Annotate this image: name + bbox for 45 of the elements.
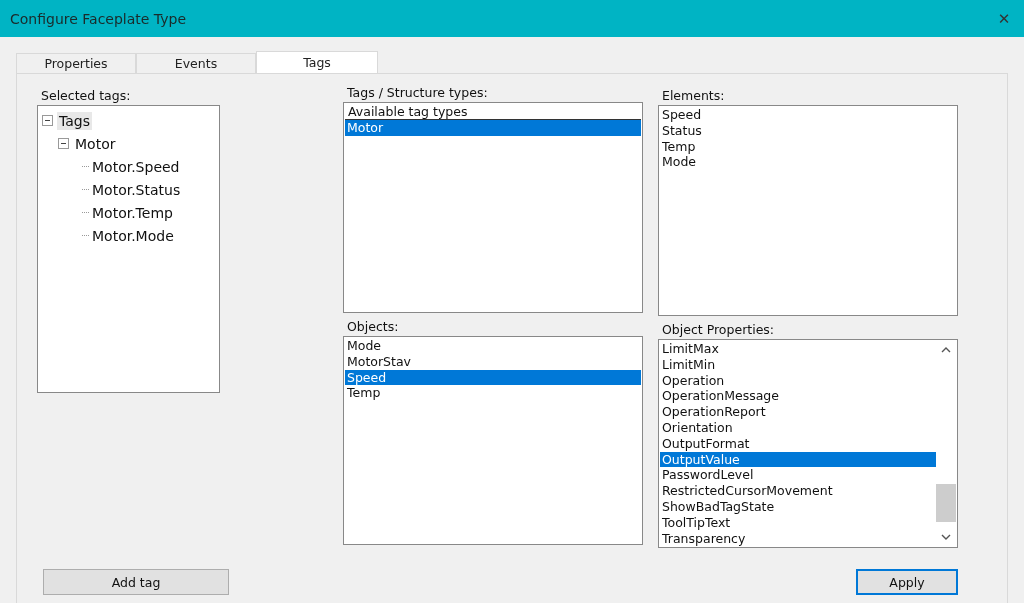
scroll-thumb[interactable] [936,484,956,522]
object-properties-label: Object Properties: [662,322,775,337]
list-item[interactable]: Mode [345,338,641,354]
objects-label: Objects: [347,319,399,334]
scroll-down-icon[interactable] [941,534,951,541]
close-button[interactable]: ✕ [984,0,1024,37]
tab[interactable]: Tags [256,51,378,73]
window-title: Configure Faceplate Type [10,10,187,27]
list-item[interactable]: Status [660,122,956,139]
list-item[interactable]: PasswordLevel [660,467,936,484]
list-item[interactable]: ToolTipText [660,514,936,531]
list-item[interactable]: Orientation [660,420,936,436]
list-item[interactable]: LimitMin [660,356,936,373]
tree-item[interactable]: Motor.Status [90,180,183,199]
list-item[interactable]: Mode [660,154,956,171]
tab[interactable]: Events [136,53,256,73]
list-item[interactable]: LimitMax [660,341,936,357]
tree-item[interactable]: Motor.Mode [90,226,176,245]
list-item[interactable]: MotorStav [345,353,641,370]
list-item[interactable]: Temp [345,385,641,402]
apply-button[interactable]: Apply [856,569,958,595]
list-item[interactable]: RestrictedCursorMovement [660,483,936,499]
list-item[interactable]: OutputValue [660,451,936,468]
tree-item[interactable]: Motor [73,134,118,153]
list-item[interactable]: Transparency [660,530,936,547]
tab[interactable]: Properties [16,53,136,73]
list-item[interactable]: Speed [345,369,641,386]
list-item[interactable]: Motor [345,120,641,136]
tree-item[interactable]: Tags [57,111,92,130]
list-item[interactable]: Speed [660,107,956,123]
list-item[interactable]: ShowBadTagState [660,498,936,515]
add-tag-button[interactable]: Add tag [43,569,229,595]
selected-tags-label: Selected tags: [41,88,131,103]
tree-item[interactable]: Motor.Speed [90,157,182,176]
collapse-icon[interactable] [58,138,69,149]
elements-label: Elements: [662,88,725,103]
list-item[interactable]: Temp [660,138,956,155]
list-item[interactable]: OutputFormat [660,435,936,452]
list-item[interactable]: OperationReport [660,404,936,420]
tree-item[interactable]: Motor.Temp [90,203,175,222]
scroll-up-icon[interactable] [941,346,951,353]
list-item[interactable]: OperationMessage [660,388,936,405]
collapse-icon[interactable] [42,115,53,126]
tag-types-label: Tags / Structure types: [347,85,488,100]
list-item[interactable]: Operation [660,372,936,389]
